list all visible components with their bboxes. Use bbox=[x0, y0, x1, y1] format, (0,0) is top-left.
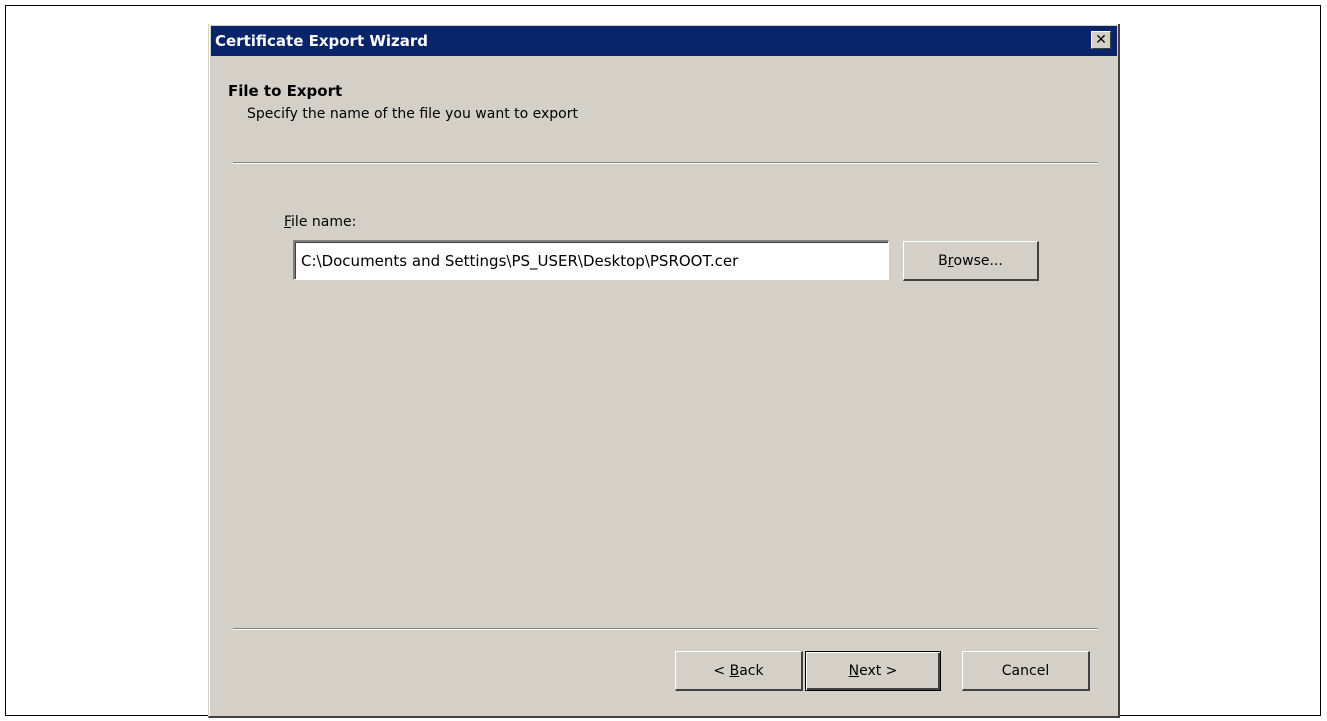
next-label-accel: N bbox=[848, 663, 860, 679]
next-label-post: ext > bbox=[859, 663, 898, 679]
cancel-button[interactable]: Cancel bbox=[962, 651, 1090, 691]
page-title: File to Export bbox=[228, 82, 343, 100]
browse-label-post: owse... bbox=[953, 252, 1003, 269]
browse-label-pre: B bbox=[938, 252, 948, 269]
certificate-export-wizard-dialog: Certificate Export Wizard ✕ File to Expo… bbox=[208, 24, 1120, 718]
browse-button[interactable]: Br owse... bbox=[903, 241, 1039, 281]
file-name-label-text: ile name: bbox=[291, 214, 357, 230]
close-icon[interactable]: ✕ bbox=[1091, 31, 1111, 49]
page-subtitle: Specify the name of the file you want to… bbox=[247, 106, 578, 122]
file-name-label-accel: F bbox=[284, 214, 292, 230]
back-label-pre: < bbox=[713, 662, 730, 679]
back-label-post: ack bbox=[739, 662, 764, 679]
back-button[interactable]: < Back bbox=[675, 651, 803, 691]
footer-divider bbox=[233, 628, 1098, 630]
title-bar[interactable]: Certificate Export Wizard ✕ bbox=[211, 26, 1117, 56]
file-name-label: File name: bbox=[284, 214, 356, 230]
window-title: Certificate Export Wizard bbox=[215, 32, 429, 50]
next-button[interactable]: Next > bbox=[805, 651, 941, 691]
back-label-accel: B bbox=[729, 662, 740, 679]
header-divider bbox=[233, 162, 1098, 164]
file-name-input[interactable] bbox=[293, 240, 889, 280]
